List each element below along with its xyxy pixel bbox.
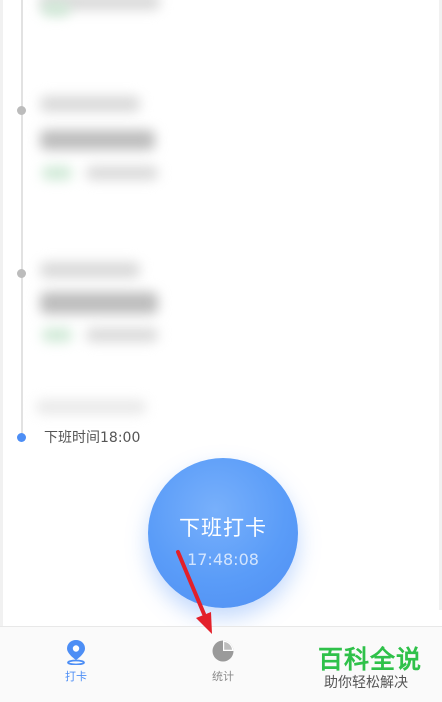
watermark-subtitle: 助你轻松解决 [324, 675, 408, 691]
left-edge-shadow [0, 0, 3, 626]
location-pin-icon [64, 639, 88, 666]
nav-tab-punch[interactable]: 打卡 [16, 627, 136, 702]
off-duty-time-label: 下班时间18:00 [44, 430, 141, 446]
nav-tab-punch-label: 打卡 [65, 670, 87, 683]
punch-screen: 下班时间18:00 下班打卡 17:48:08 打卡 统计 百科全说 助你轻松解… [0, 0, 442, 702]
clock-out-button-label: 下班打卡 [179, 516, 267, 540]
annotation-arrow-icon [176, 550, 212, 634]
timeline-dot [17, 106, 26, 115]
timeline-dot-current [17, 433, 26, 442]
timeline-dot [17, 269, 26, 278]
nav-tab-stats-label: 统计 [212, 670, 234, 683]
timeline-line [21, 0, 23, 438]
watermark-title: 百科全说 [318, 645, 423, 674]
blurred-strip [36, 400, 146, 414]
pie-chart-icon [211, 639, 235, 665]
